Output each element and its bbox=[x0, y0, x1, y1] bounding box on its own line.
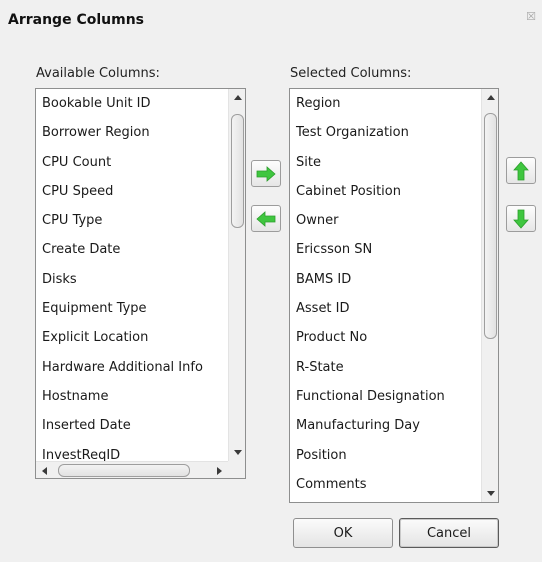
list-item[interactable]: Explicit Location bbox=[36, 323, 203, 352]
list-item[interactable]: Region bbox=[290, 89, 445, 118]
list-item[interactable]: Manufacturing Day bbox=[290, 411, 445, 440]
move-up-button[interactable] bbox=[506, 157, 536, 184]
arrow-down-icon bbox=[513, 209, 529, 229]
list-item[interactable]: BAMS ID bbox=[290, 265, 445, 294]
close-icon[interactable]: ☒ bbox=[524, 10, 538, 23]
arrange-columns-dialog: Arrange Columns ☒ Available Columns: Boo… bbox=[0, 0, 542, 562]
scroll-left-button[interactable] bbox=[36, 462, 53, 478]
dialog-title: Arrange Columns bbox=[8, 12, 144, 28]
list-item[interactable]: Comments bbox=[290, 470, 445, 499]
scroll-thumb[interactable] bbox=[231, 114, 244, 228]
list-item[interactable]: Equipment Type bbox=[36, 294, 203, 323]
chevron-down-icon bbox=[233, 450, 242, 455]
list-item[interactable]: Create Date bbox=[36, 235, 203, 264]
list-item[interactable]: Position bbox=[290, 441, 445, 470]
scroll-right-button[interactable] bbox=[211, 462, 228, 478]
cancel-button[interactable]: Cancel bbox=[399, 518, 499, 548]
list-item[interactable]: Hardware Additional Info bbox=[36, 353, 203, 382]
list-item[interactable]: R-State bbox=[290, 353, 445, 382]
list-item[interactable]: Ericsson SN bbox=[290, 235, 445, 264]
scroll-thumb[interactable] bbox=[58, 464, 190, 477]
arrow-right-icon bbox=[256, 165, 276, 182]
scroll-up-button[interactable] bbox=[482, 89, 498, 106]
selected-columns-list[interactable]: Region Test Organization Site Cabinet Posit… bbox=[289, 88, 499, 503]
chevron-right-icon bbox=[217, 466, 222, 475]
list-item[interactable]: Asset ID bbox=[290, 294, 445, 323]
available-vertical-scrollbar[interactable] bbox=[228, 89, 245, 461]
arrow-up-icon bbox=[513, 160, 529, 180]
remove-column-button[interactable] bbox=[251, 205, 281, 232]
list-item[interactable]: Owner bbox=[290, 206, 445, 235]
list-item[interactable]: CPU Speed bbox=[36, 177, 203, 206]
available-horizontal-scrollbar[interactable] bbox=[36, 461, 228, 478]
list-item[interactable]: Cabinet Position bbox=[290, 177, 445, 206]
list-item[interactable]: Test Organization bbox=[290, 118, 445, 147]
chevron-up-icon bbox=[486, 95, 495, 100]
add-column-button[interactable] bbox=[251, 160, 281, 187]
list-item[interactable]: Borrower Region bbox=[36, 118, 203, 147]
scrollbar-corner bbox=[228, 461, 245, 478]
list-item[interactable]: Bookable Unit ID bbox=[36, 89, 203, 118]
available-columns-label: Available Columns: bbox=[36, 66, 160, 81]
list-item[interactable]: Product No bbox=[290, 323, 445, 352]
list-item[interactable]: Hostname bbox=[36, 382, 203, 411]
selected-items: Region Test Organization Site Cabinet Posit… bbox=[290, 89, 445, 499]
list-item[interactable]: CPU Count bbox=[36, 148, 203, 177]
list-item[interactable]: CPU Type bbox=[36, 206, 203, 235]
available-columns-list[interactable]: Bookable Unit ID Borrower Region CPU Count… bbox=[35, 88, 246, 479]
list-item[interactable]: Functional Designation bbox=[290, 382, 445, 411]
scroll-down-button[interactable] bbox=[229, 444, 245, 461]
chevron-up-icon bbox=[233, 95, 242, 100]
scroll-up-button[interactable] bbox=[229, 89, 245, 106]
scroll-down-button[interactable] bbox=[482, 485, 498, 502]
list-item[interactable]: Inserted Date bbox=[36, 411, 203, 440]
selected-columns-label: Selected Columns: bbox=[290, 66, 412, 81]
list-item[interactable]: Disks bbox=[36, 265, 203, 294]
chevron-down-icon bbox=[486, 491, 495, 496]
arrow-left-icon bbox=[256, 210, 276, 227]
scroll-thumb[interactable] bbox=[484, 113, 497, 339]
list-item[interactable]: Site bbox=[290, 148, 445, 177]
move-down-button[interactable] bbox=[506, 205, 536, 232]
available-items: Bookable Unit ID Borrower Region CPU Count… bbox=[36, 89, 203, 470]
ok-button[interactable]: OK bbox=[293, 518, 393, 548]
chevron-left-icon bbox=[42, 466, 47, 475]
selected-vertical-scrollbar[interactable] bbox=[481, 89, 498, 502]
